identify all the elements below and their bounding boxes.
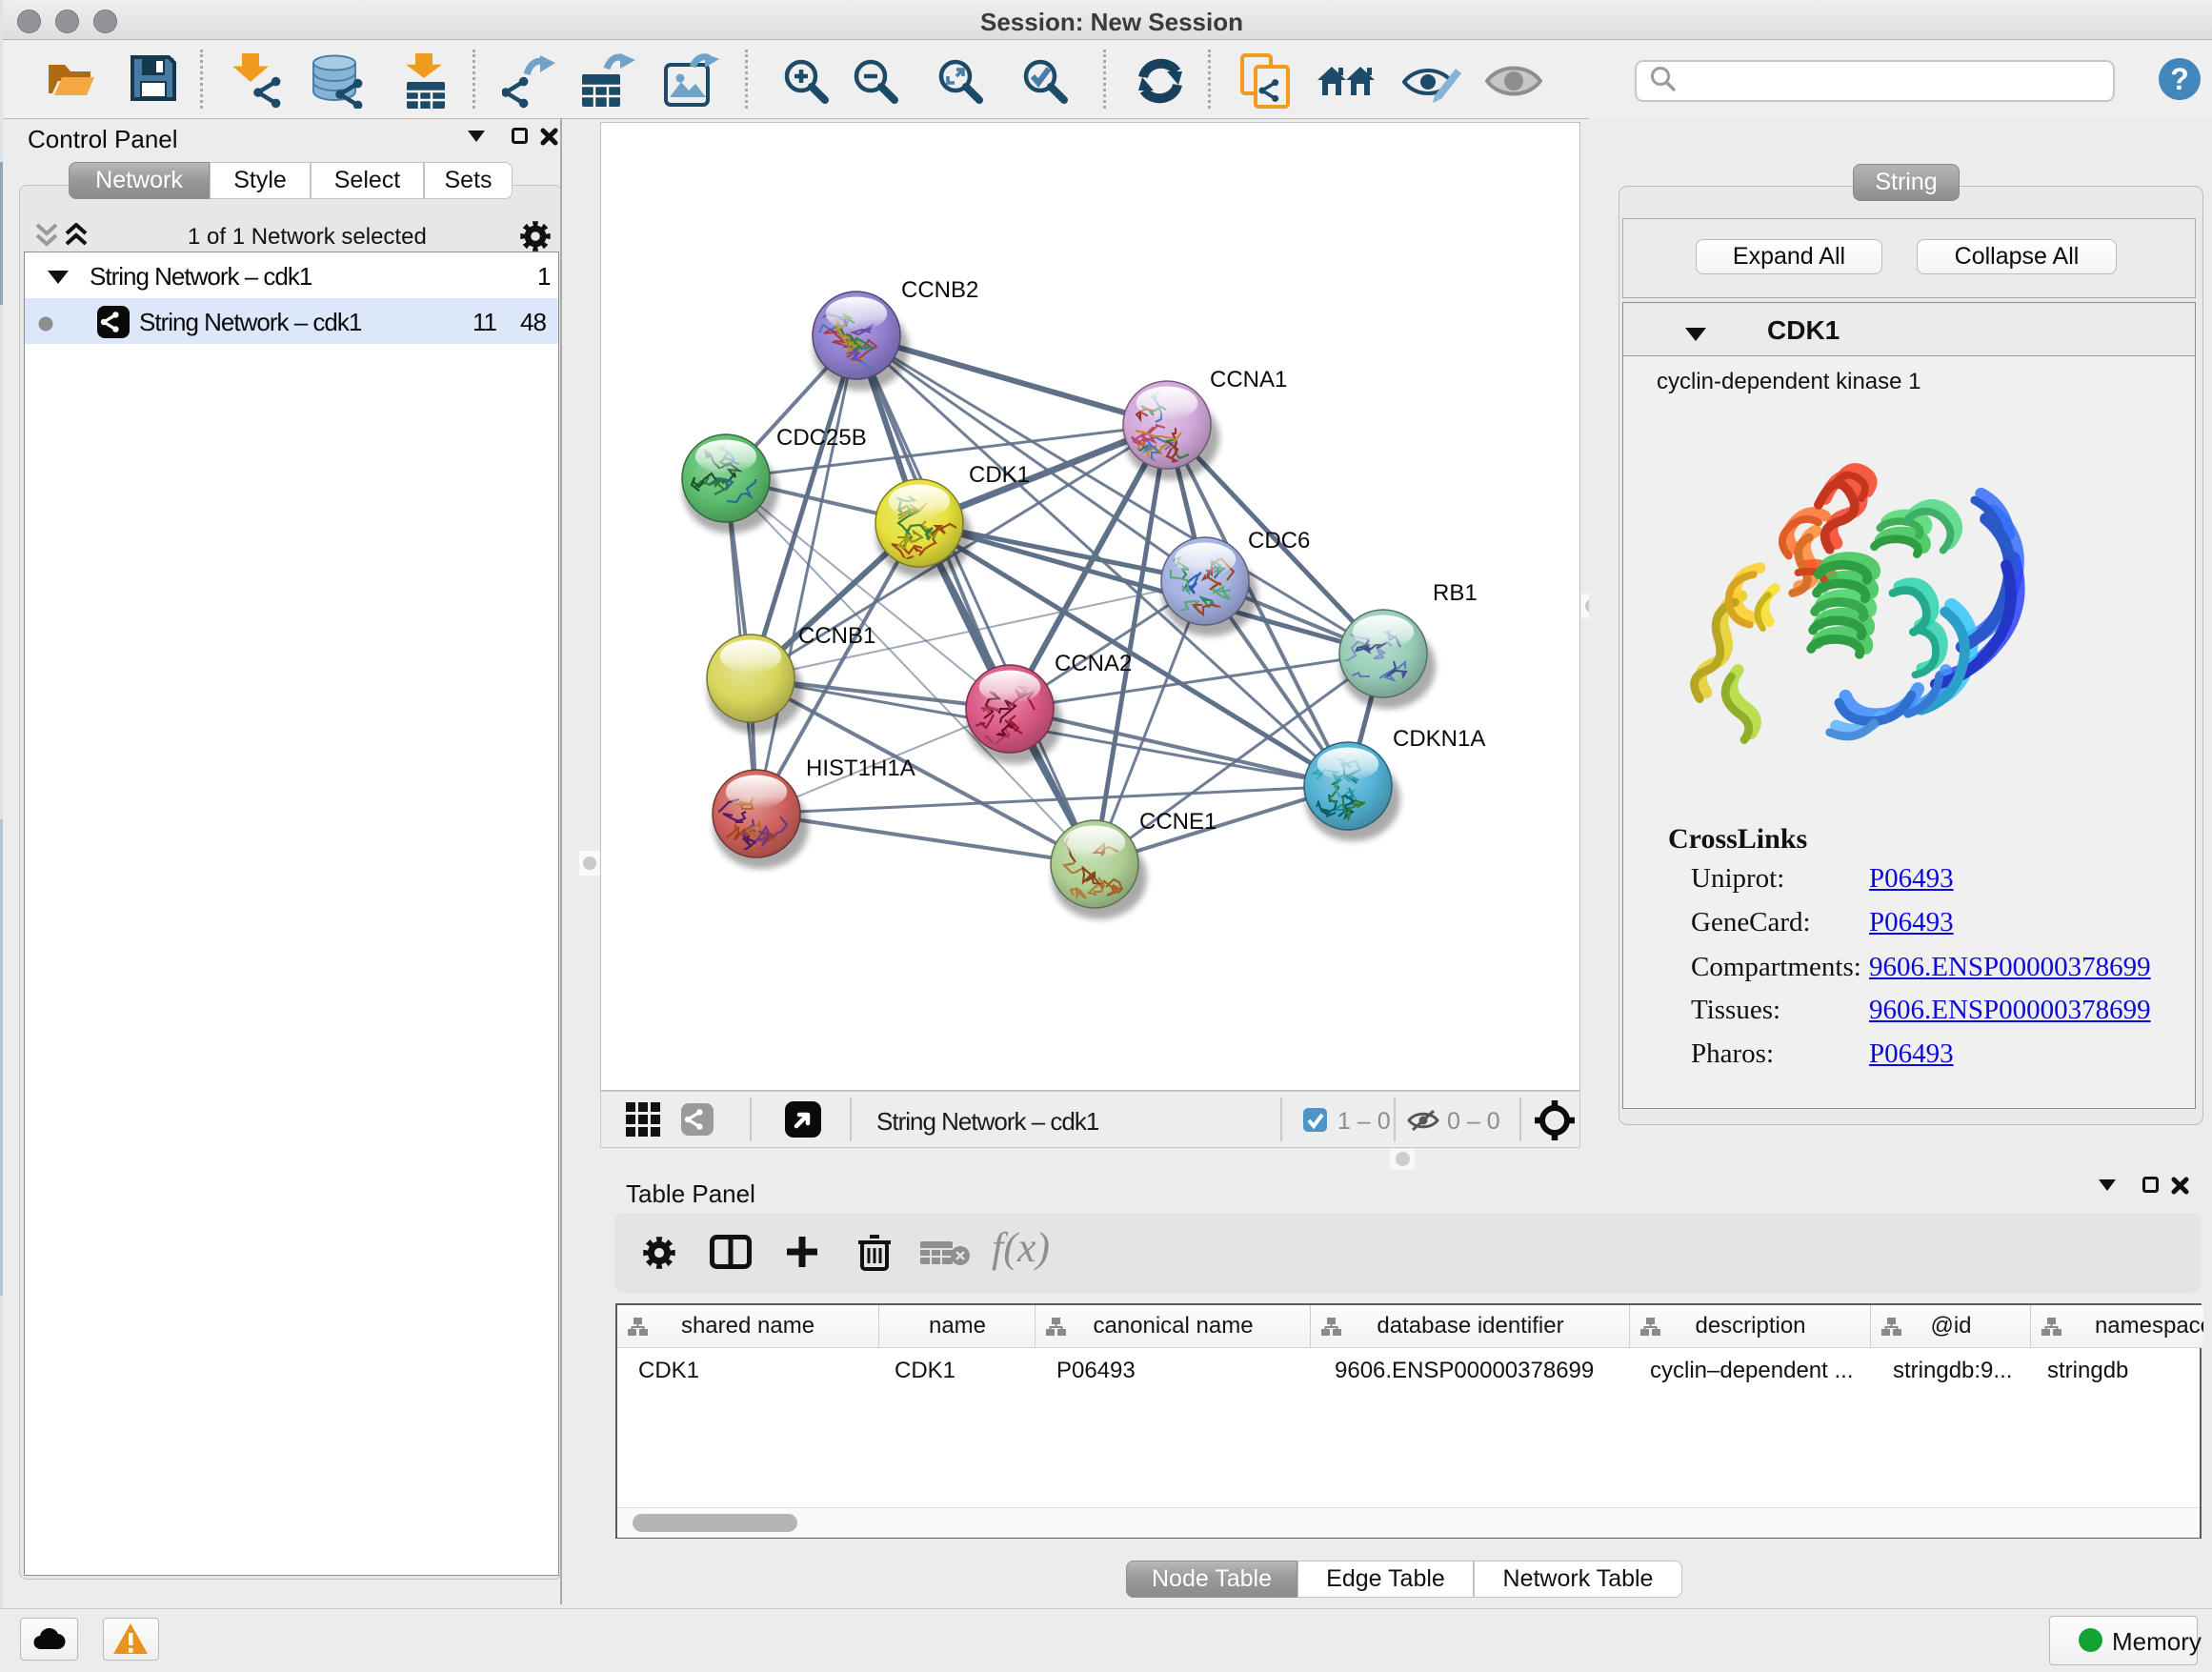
svg-text:HIST1H1A: HIST1H1A [806, 755, 915, 781]
svg-text:CCNB2: CCNB2 [901, 277, 978, 303]
svg-text:CDKN1A: CDKN1A [1393, 726, 1485, 752]
svg-text:CCNB1: CCNB1 [798, 623, 875, 649]
svg-text:CCNA2: CCNA2 [1055, 651, 1132, 676]
svg-text:CCNE1: CCNE1 [1139, 809, 1217, 835]
svg-text:CCNA1: CCNA1 [1210, 367, 1287, 393]
svg-text:RB1: RB1 [1433, 580, 1478, 606]
svg-text:CDK1: CDK1 [969, 462, 1030, 488]
svg-text:?: ? [2170, 62, 2189, 96]
svg-text:CDC25B: CDC25B [776, 425, 867, 451]
svg-text:CDC6: CDC6 [1248, 528, 1310, 554]
